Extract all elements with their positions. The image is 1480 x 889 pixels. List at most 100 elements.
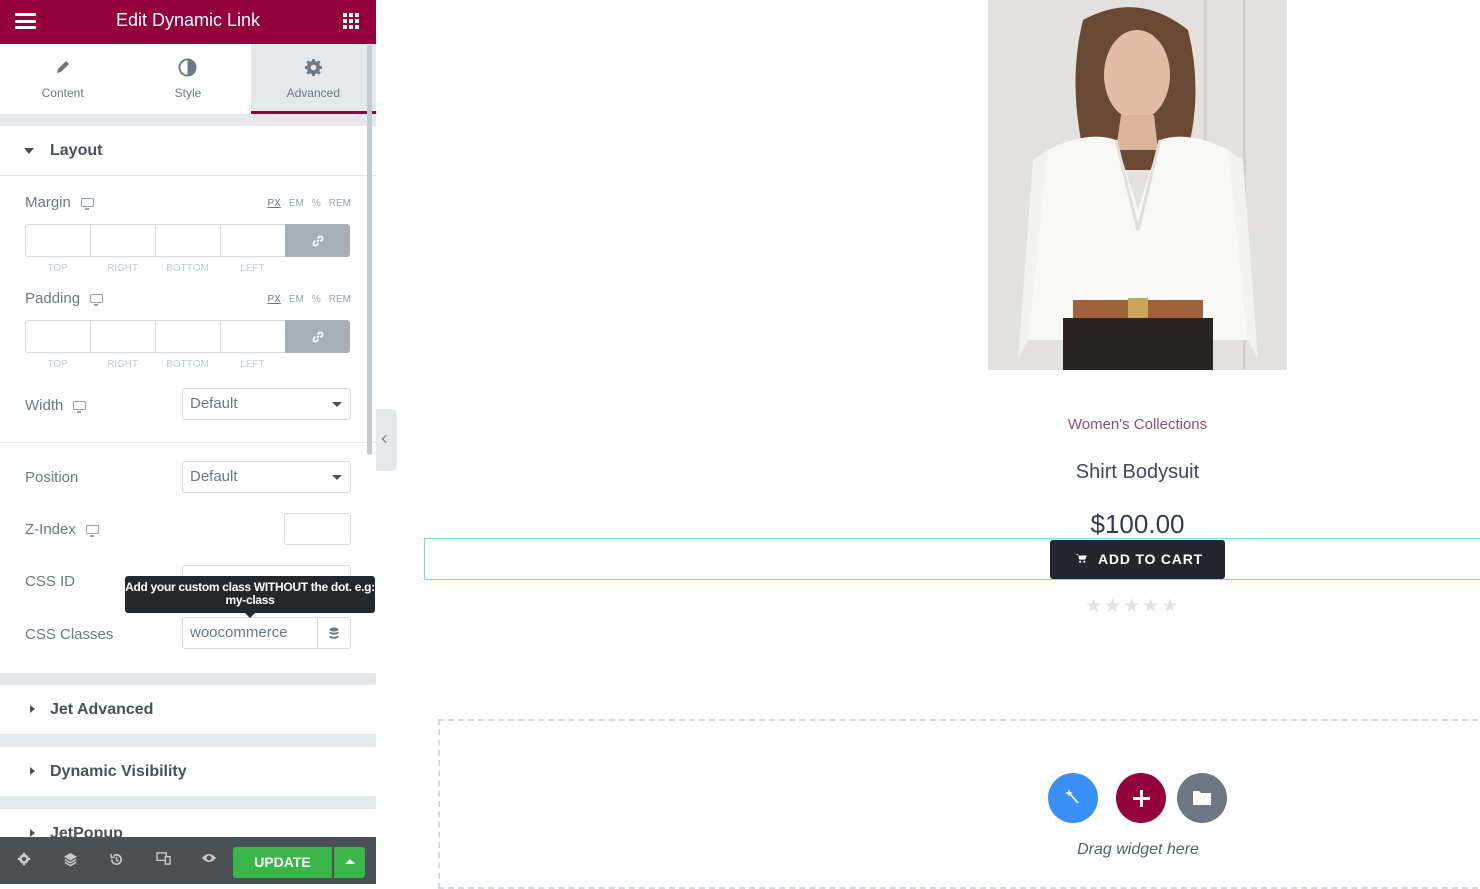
star-icon: ★	[1104, 596, 1124, 617]
dynamic-tags-button[interactable]	[317, 617, 351, 649]
padding-left-input[interactable]	[220, 320, 285, 353]
caret-right-icon	[30, 767, 35, 775]
width-label: Width	[25, 397, 64, 414]
css-classes-input[interactable]: woocommerce	[182, 617, 318, 649]
layout-section-header[interactable]: Layout	[0, 126, 376, 176]
unit-rem[interactable]: REM	[329, 198, 351, 209]
panel-header: Edit Dynamic Link	[0, 0, 376, 44]
dynamic-visibility-section[interactable]: Dynamic Visibility	[0, 747, 376, 797]
magic-wand-icon	[1065, 789, 1079, 804]
unit-px[interactable]: PX	[268, 294, 281, 305]
product-category-link[interactable]: Women's Collections	[988, 416, 1287, 433]
contrast-icon	[125, 58, 250, 80]
caret-right-icon	[30, 705, 35, 713]
selected-widget-outline[interactable]	[424, 538, 1480, 580]
dim-label-right: RIGHT	[106, 263, 139, 274]
chain-link-icon	[312, 235, 323, 246]
star-icon: ★	[1085, 596, 1105, 617]
widgets-grid-icon[interactable]	[343, 13, 359, 29]
margin-control: Margin PX EM% REM TOP RIGHT BOTTOM LEFT	[0, 176, 376, 274]
unit-em[interactable]: EM	[289, 294, 304, 305]
padding-control: Padding PX EM% REM TOP RIGHT BOTTOM LEFT	[0, 274, 376, 370]
chevron-down-icon	[332, 475, 342, 480]
width-select[interactable]: Default	[182, 388, 351, 420]
history-icon[interactable]	[108, 852, 124, 868]
tab-content[interactable]: Content	[0, 44, 125, 114]
ai-magic-button[interactable]	[1048, 773, 1098, 823]
unit-percent[interactable]: %	[312, 198, 321, 209]
desktop-icon[interactable]	[85, 525, 99, 537]
add-to-cart-button[interactable]: ADD TO CART	[1050, 540, 1225, 579]
jet-advanced-header[interactable]: Jet Advanced	[0, 685, 376, 735]
jetpopup-header[interactable]: JetPopup	[0, 809, 376, 837]
chevron-down-icon	[332, 402, 342, 407]
tab-advanced[interactable]: Advanced	[250, 44, 377, 114]
product-image[interactable]	[988, 0, 1287, 370]
panel-scrollbar[interactable]	[367, 45, 372, 455]
add-template-button[interactable]	[1177, 773, 1227, 823]
caret-down-icon	[24, 148, 34, 154]
padding-right-input[interactable]	[90, 320, 155, 353]
padding-bottom-input[interactable]	[155, 320, 220, 353]
product-title[interactable]: Shirt Bodysuit	[988, 461, 1287, 484]
padding-label: Padding	[25, 290, 81, 307]
padding-units: PX EM% REM	[260, 294, 351, 305]
panel-tabs: Content Style Advanced	[0, 44, 377, 114]
margin-units: PX EM% REM	[260, 198, 351, 209]
dim-label-bottom: BOTTOM	[166, 359, 209, 370]
unit-em[interactable]: EM	[289, 198, 304, 209]
desktop-icon[interactable]	[73, 401, 87, 413]
dynamic-visibility-header[interactable]: Dynamic Visibility	[0, 747, 376, 797]
css-classes-tooltip: Add your custom class WITHOUT the dot. e…	[125, 576, 375, 618]
position-control: Position Default	[0, 443, 376, 513]
jet-advanced-section[interactable]: Jet Advanced	[0, 685, 376, 735]
margin-bottom-input[interactable]	[155, 224, 220, 257]
settings-icon[interactable]	[16, 852, 32, 868]
link-values-button[interactable]	[285, 224, 350, 257]
position-select[interactable]: Default	[182, 461, 351, 493]
update-button[interactable]: UPDATE	[233, 847, 332, 878]
update-options-button[interactable]	[334, 847, 365, 878]
dynamic-visibility-title: Dynamic Visibility	[50, 763, 187, 780]
padding-top-input[interactable]	[25, 320, 90, 353]
desktop-icon[interactable]	[90, 294, 104, 306]
star-icon: ★	[1142, 596, 1162, 617]
margin-label: Margin	[25, 194, 71, 211]
database-icon	[329, 627, 339, 639]
unit-px[interactable]: PX	[268, 198, 281, 209]
margin-top-input[interactable]	[25, 224, 90, 257]
link-values-button[interactable]	[285, 320, 350, 353]
jetpopup-section[interactable]: JetPopup	[0, 809, 376, 837]
tab-advanced-label: Advanced	[286, 86, 340, 100]
z-index-label: Z-Index	[25, 521, 76, 538]
add-section-button[interactable]	[1116, 773, 1166, 823]
tab-content-label: Content	[41, 86, 84, 100]
chain-link-icon	[312, 331, 323, 342]
jetpopup-title: JetPopup	[50, 825, 123, 837]
desktop-icon[interactable]	[80, 198, 94, 210]
margin-right-input[interactable]	[90, 224, 155, 257]
layout-section-title: Layout	[50, 142, 103, 159]
layers-icon[interactable]	[62, 852, 78, 868]
cart-icon	[1075, 553, 1087, 563]
dim-label-right: RIGHT	[106, 359, 139, 370]
css-id-label: CSS ID	[25, 573, 76, 590]
width-control: Width Default	[0, 370, 376, 428]
z-index-control: Z-Index	[0, 513, 376, 563]
css-classes-value: woocommerce	[190, 624, 288, 641]
preview-eye-icon[interactable]	[201, 852, 217, 868]
panel-scroll-area[interactable]: Layout Margin PX EM% REM TOP RIGHT BOTTO…	[0, 114, 376, 837]
gear-icon	[251, 58, 376, 80]
tab-style[interactable]: Style	[125, 44, 250, 114]
widget-drop-zone[interactable]	[438, 719, 1480, 889]
z-index-input[interactable]	[284, 513, 351, 545]
caret-right-icon	[30, 829, 35, 837]
collapse-panel-button[interactable]	[376, 409, 397, 471]
editor-panel: Edit Dynamic Link Content Style Advanced	[0, 0, 377, 884]
dim-label-left: LEFT	[240, 359, 265, 370]
responsive-icon[interactable]	[155, 852, 171, 868]
margin-left-input[interactable]	[220, 224, 285, 257]
tab-style-label: Style	[174, 86, 202, 100]
unit-rem[interactable]: REM	[329, 294, 351, 305]
unit-percent[interactable]: %	[312, 294, 321, 305]
